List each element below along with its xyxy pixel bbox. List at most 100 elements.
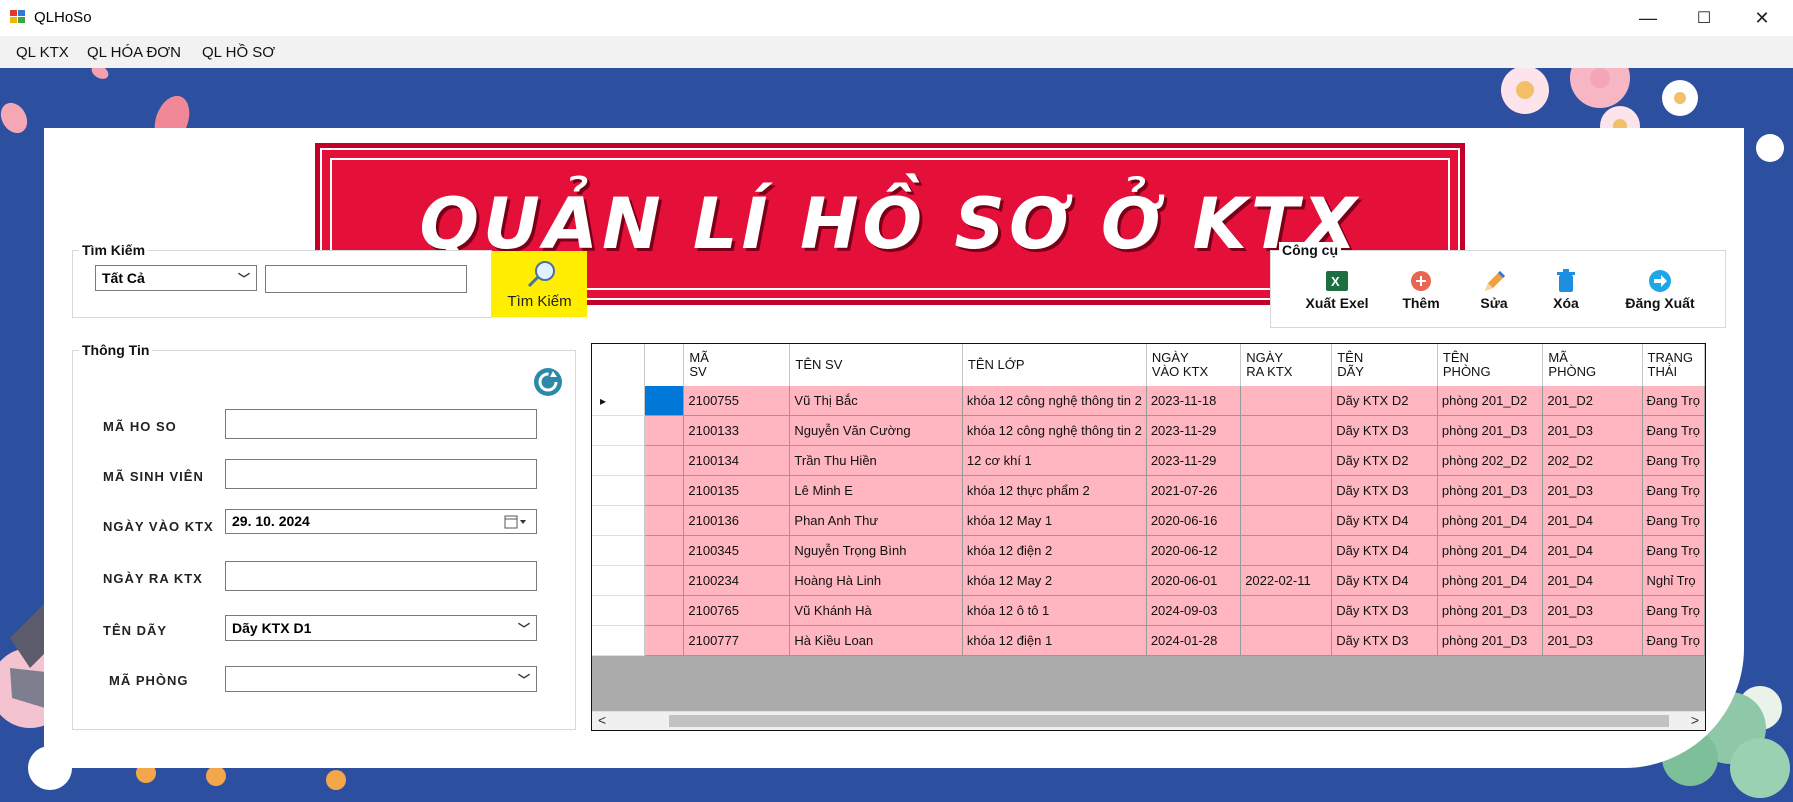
- table-cell[interactable]: Hà Kiều Loan: [789, 625, 963, 656]
- table-cell[interactable]: phòng 201_D4: [1437, 565, 1544, 596]
- table-cell[interactable]: [644, 535, 685, 566]
- menu-ql-ho-so[interactable]: QL HỒ SƠ: [202, 44, 275, 61]
- table-cell[interactable]: 201_D4: [1542, 535, 1643, 566]
- add-button[interactable]: Thêm: [1393, 269, 1449, 311]
- table-cell[interactable]: Hoàng Hà Linh: [789, 565, 963, 596]
- table-cell[interactable]: 2100755: [683, 386, 791, 416]
- column-header[interactable]: MÃ PHÒNG: [1542, 344, 1643, 386]
- table-cell[interactable]: [1240, 535, 1333, 566]
- table-cell[interactable]: [644, 505, 685, 536]
- row-header[interactable]: [592, 595, 645, 626]
- delete-button[interactable]: Xóa: [1541, 269, 1591, 311]
- table-cell[interactable]: Đang Trọ: [1642, 475, 1705, 506]
- table-cell[interactable]: Dãy KTX D4: [1331, 535, 1438, 566]
- row-header[interactable]: [592, 505, 645, 536]
- column-header[interactable]: TÊN SV: [789, 344, 963, 386]
- table-cell[interactable]: 2024-09-03: [1146, 595, 1242, 626]
- scroll-thumb[interactable]: [669, 715, 1669, 727]
- table-cell[interactable]: Dãy KTX D4: [1331, 505, 1438, 536]
- table-cell[interactable]: phòng 201_D4: [1437, 535, 1544, 566]
- table-cell[interactable]: 2100133: [683, 415, 791, 446]
- table-cell[interactable]: 201_D4: [1542, 505, 1643, 536]
- table-cell[interactable]: [644, 445, 685, 476]
- table-cell[interactable]: Nguyễn Văn Cường: [789, 415, 963, 446]
- table-cell[interactable]: phòng 201_D3: [1437, 415, 1544, 446]
- table-cell[interactable]: [644, 475, 685, 506]
- table-cell[interactable]: 2100765: [683, 595, 791, 626]
- table-cell[interactable]: [1240, 505, 1333, 536]
- search-filter-select[interactable]: Tất Cả ﹀: [95, 265, 257, 291]
- table-cell[interactable]: khóa 12 công nghệ thông tin 2: [962, 415, 1147, 446]
- table-cell[interactable]: 2022-02-11: [1240, 565, 1333, 596]
- table-cell[interactable]: khóa 12 May 2: [962, 565, 1147, 596]
- table-cell[interactable]: Nghỉ Trọ: [1642, 565, 1705, 596]
- menu-ql-ktx[interactable]: QL KTX: [16, 44, 69, 61]
- row-header[interactable]: [592, 535, 645, 566]
- table-cell[interactable]: 201_D3: [1542, 475, 1643, 506]
- maximize-button[interactable]: ☐: [1676, 0, 1732, 36]
- table-cell[interactable]: 202_D2: [1542, 445, 1643, 476]
- column-header[interactable]: TÊN DÃY: [1331, 344, 1438, 386]
- ngay-vao-datepicker[interactable]: 29. 10. 2024: [225, 509, 537, 534]
- table-cell[interactable]: Dãy KTX D4: [1331, 565, 1438, 596]
- table-cell[interactable]: Đang Trọ: [1642, 445, 1705, 476]
- table-cell[interactable]: [1240, 625, 1333, 656]
- table-cell[interactable]: phòng 202_D2: [1437, 445, 1544, 476]
- table-row[interactable]: 2100765 Vũ Khánh Hà khóa 12 ô tô 1 2024-09-…: [592, 595, 1705, 626]
- row-header[interactable]: [592, 565, 645, 596]
- table-row[interactable]: 2100777 Hà Kiều Loan khóa 12 điện 1 2024-01…: [592, 625, 1705, 656]
- table-row[interactable]: 2100345 Nguyễn Trọng Bình khóa 12 điện 2 20…: [592, 535, 1705, 566]
- table-cell[interactable]: khóa 12 công nghệ thông tin 2: [962, 386, 1147, 416]
- column-header[interactable]: NGÀY VÀO KTX: [1146, 344, 1242, 386]
- table-cell[interactable]: [644, 386, 685, 416]
- table-cell[interactable]: 2020-06-01: [1146, 565, 1242, 596]
- table-cell[interactable]: 201_D3: [1542, 625, 1643, 656]
- table-cell[interactable]: 2023-11-18: [1146, 386, 1242, 416]
- table-cell[interactable]: Dãy KTX D3: [1331, 595, 1438, 626]
- edit-button[interactable]: Sửa: [1469, 269, 1519, 311]
- table-cell[interactable]: Dãy KTX D3: [1331, 625, 1438, 656]
- column-header[interactable]: NGÀY RA KTX: [1240, 344, 1333, 386]
- table-cell[interactable]: 2023-11-29: [1146, 445, 1242, 476]
- table-cell[interactable]: Đang Trọ: [1642, 415, 1705, 446]
- table-cell[interactable]: 2100136: [683, 505, 791, 536]
- table-cell[interactable]: khóa 12 May 1: [962, 505, 1147, 536]
- records-grid[interactable]: MÃ SV TÊN SV TÊN LỚP NGÀY VÀO KTX NGÀY RA KTX TÊ…: [591, 343, 1706, 731]
- table-cell[interactable]: 2021-07-26: [1146, 475, 1242, 506]
- table-cell[interactable]: [644, 565, 685, 596]
- scroll-right-arrow[interactable]: >: [1691, 712, 1699, 728]
- table-cell[interactable]: Đang Trọ: [1642, 386, 1705, 416]
- menu-ql-hoa-don[interactable]: QL HÓA ĐƠN: [87, 44, 181, 61]
- ten-day-select[interactable]: Dãy KTX D1 ﹀: [225, 615, 537, 641]
- row-header[interactable]: [592, 475, 645, 506]
- table-cell[interactable]: khóa 12 ô tô 1: [962, 595, 1147, 626]
- table-cell[interactable]: Phan Anh Thư: [789, 505, 963, 536]
- table-row[interactable]: 2100234 Hoàng Hà Linh khóa 12 May 2 2020-06…: [592, 565, 1705, 596]
- table-cell[interactable]: Dãy KTX D3: [1331, 475, 1438, 506]
- table-cell[interactable]: 2100234: [683, 565, 791, 596]
- table-cell[interactable]: [1240, 386, 1333, 416]
- table-row[interactable]: ▸ 2100755 Vũ Thị Bắc khóa 12 công nghệ thôn…: [592, 386, 1705, 416]
- table-cell[interactable]: Nguyễn Trọng Bình: [789, 535, 963, 566]
- column-header[interactable]: TÊN LỚP: [962, 344, 1147, 386]
- table-cell[interactable]: phòng 201_D3: [1437, 595, 1544, 626]
- table-cell[interactable]: 2100777: [683, 625, 791, 656]
- table-cell[interactable]: Vũ Thị Bắc: [789, 386, 963, 416]
- table-cell[interactable]: Dãy KTX D2: [1331, 386, 1438, 416]
- table-cell[interactable]: 201_D2: [1542, 386, 1643, 416]
- row-header[interactable]: [592, 625, 645, 656]
- row-header[interactable]: [592, 415, 645, 446]
- table-cell[interactable]: Trần Thu Hiền: [789, 445, 963, 476]
- table-cell[interactable]: 201_D3: [1542, 415, 1643, 446]
- refresh-icon[interactable]: [533, 367, 563, 397]
- table-cell[interactable]: [644, 595, 685, 626]
- table-cell[interactable]: [1240, 475, 1333, 506]
- table-row[interactable]: 2100133 Nguyễn Văn Cường khóa 12 công nghệ…: [592, 415, 1705, 446]
- ma-ho-so-input[interactable]: [225, 409, 537, 439]
- close-button[interactable]: ✕: [1734, 0, 1790, 36]
- table-row[interactable]: 2100136 Phan Anh Thư khóa 12 May 1 2020-06-…: [592, 505, 1705, 536]
- table-cell[interactable]: 2023-11-29: [1146, 415, 1242, 446]
- table-cell[interactable]: 2100134: [683, 445, 791, 476]
- table-cell[interactable]: Vũ Khánh Hà: [789, 595, 963, 626]
- table-cell[interactable]: 201_D4: [1542, 565, 1643, 596]
